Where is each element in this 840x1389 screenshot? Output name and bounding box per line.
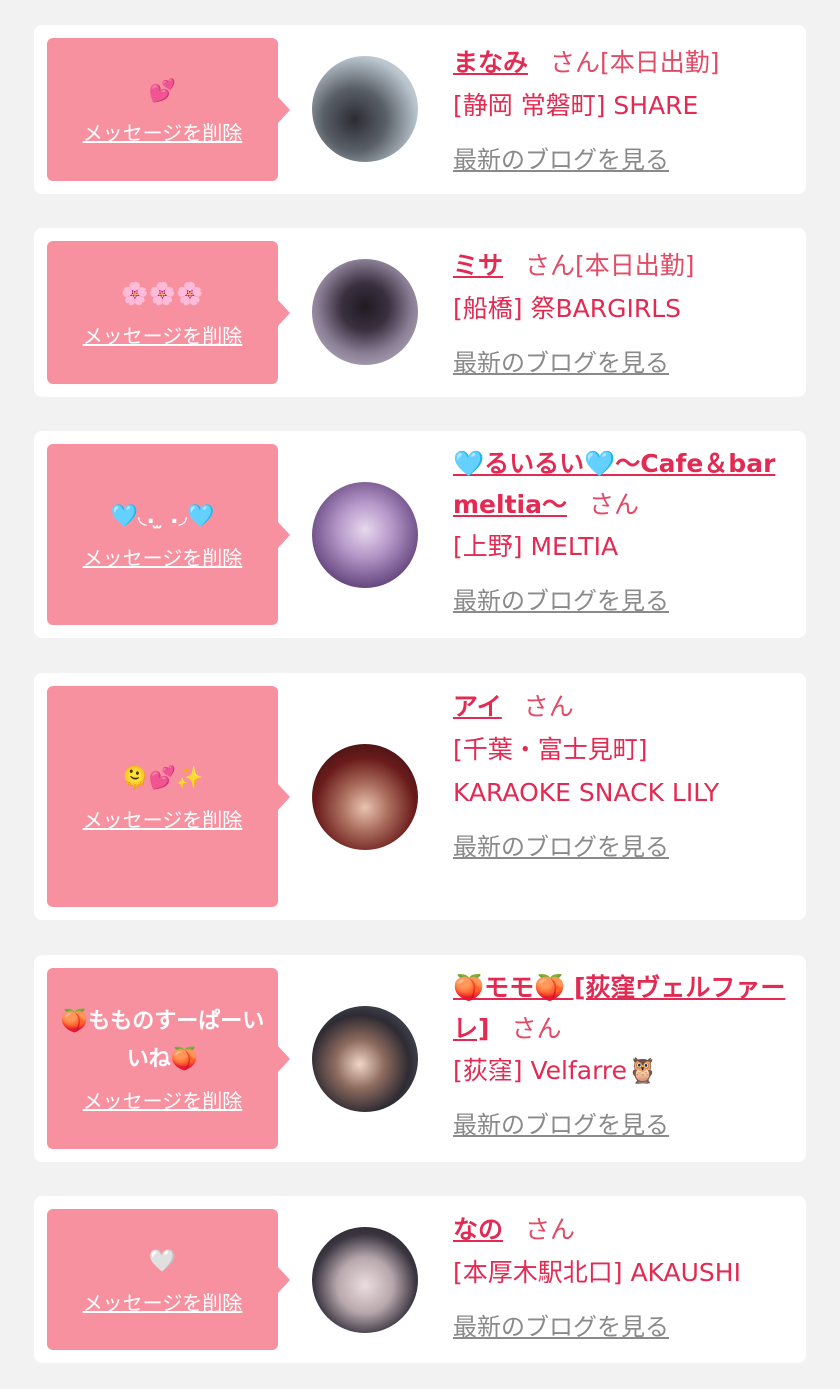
san-label: さん xyxy=(588,490,639,519)
delete-message-link[interactable]: メッセージを削除 xyxy=(83,806,243,834)
message-text: 💕 xyxy=(148,78,177,104)
message-card: 🫠💕✨ メッセージを削除 アイ さん [千葉・富士見町] KARAOKE SNAC… xyxy=(34,673,806,920)
avatar[interactable] xyxy=(312,259,418,365)
status-label: [本日出勤] xyxy=(575,251,695,280)
status-label: [本日出勤] xyxy=(600,48,720,77)
message-text: 🤍 xyxy=(148,1248,177,1274)
cast-info: ミサ さん[本日出勤] [船橋] 祭BARGIRLS 最新のブログを見る xyxy=(453,244,798,385)
delete-message-link[interactable]: メッセージを削除 xyxy=(83,119,243,147)
delete-message-link[interactable]: メッセージを削除 xyxy=(83,544,243,572)
cast-info: 🍑モモ🍑 [荻窪ヴェルファーレ] さん [荻窪] Velfarre🦉 最新のブログ… xyxy=(453,967,798,1147)
cast-info: アイ さん [千葉・富士見町] KARAOKE SNACK LILY 最新のブログ… xyxy=(453,685,798,869)
cast-info: なの さん [本厚木駅北口] AKAUSHI 最新のブログを見る xyxy=(453,1208,798,1349)
message-bubble: 💕 メッセージを削除 xyxy=(47,38,290,181)
message-bubble: 🤍 メッセージを削除 xyxy=(47,1209,290,1350)
san-label: さん xyxy=(511,1014,562,1043)
cast-name-link[interactable]: 🍑モモ🍑 [荻窪ヴェルファーレ] xyxy=(453,973,785,1043)
san-label: さん xyxy=(523,692,574,721)
cast-name-link[interactable]: ミサ xyxy=(453,251,503,280)
shop-label: [本厚木駅北口] AKAUSHI xyxy=(453,1258,741,1287)
avatar[interactable] xyxy=(312,1227,418,1333)
shop-label: [荻窪] Velfarre🦉 xyxy=(453,1056,659,1085)
shop-label: [上野] MELTIA xyxy=(453,532,619,561)
view-blog-link[interactable]: 最新のブログを見る xyxy=(453,580,798,623)
view-blog-link[interactable]: 最新のブログを見る xyxy=(453,1104,798,1147)
delete-message-link[interactable]: メッセージを削除 xyxy=(83,1087,243,1115)
cast-name-link[interactable]: なの xyxy=(453,1215,503,1244)
message-bubble: 🩵◟. ̫ .◞🩵 メッセージを削除 xyxy=(47,444,290,625)
shop-label: [千葉・富士見町] KARAOKE SNACK LILY xyxy=(453,735,720,807)
message-text: 🌸🌸🌸 xyxy=(121,281,204,307)
message-text: 🩵◟. ̫ .◞🩵 xyxy=(110,503,215,529)
avatar[interactable] xyxy=(312,744,418,850)
message-card: 🤍 メッセージを削除 なの さん [本厚木駅北口] AKAUSHI 最新のブログを… xyxy=(34,1196,806,1363)
view-blog-link[interactable]: 最新のブログを見る xyxy=(453,826,798,869)
san-label: さん xyxy=(550,48,601,77)
delete-message-link[interactable]: メッセージを削除 xyxy=(83,322,243,350)
message-card: 🌸🌸🌸 メッセージを削除 ミサ さん[本日出勤] [船橋] 祭BARGIRLS 最… xyxy=(34,228,806,397)
cast-name-link[interactable]: まなみ xyxy=(453,48,528,77)
message-text: 🍑もものすーぱーいいね🍑 xyxy=(60,1008,265,1072)
message-bubble: 🍑もものすーぱーいいね🍑 メッセージを削除 xyxy=(47,968,290,1149)
cast-info: 🩵るいるい🩵〜Cafe＆bar meltia〜 さん [上野] MELTIA 最新… xyxy=(453,443,798,623)
view-blog-link[interactable]: 最新のブログを見る xyxy=(453,342,798,385)
message-card: 🩵◟. ̫ .◞🩵 メッセージを削除 🩵るいるい🩵〜Cafe＆bar melti… xyxy=(34,431,806,638)
view-blog-link[interactable]: 最新のブログを見る xyxy=(453,139,798,182)
shop-label: [静岡 常磐町] SHARE xyxy=(453,91,699,120)
view-blog-link[interactable]: 最新のブログを見る xyxy=(453,1306,798,1349)
san-label: さん xyxy=(525,1215,576,1244)
avatar[interactable] xyxy=(312,56,418,162)
cast-name-link[interactable]: アイ xyxy=(453,692,502,721)
delete-message-link[interactable]: メッセージを削除 xyxy=(83,1289,243,1317)
avatar[interactable] xyxy=(312,1006,418,1112)
shop-label: [船橋] 祭BARGIRLS xyxy=(453,294,681,323)
message-bubble: 🫠💕✨ メッセージを削除 xyxy=(47,686,290,907)
avatar[interactable] xyxy=(312,482,418,588)
message-bubble: 🌸🌸🌸 メッセージを削除 xyxy=(47,241,290,384)
san-label: さん xyxy=(525,251,576,280)
message-text: 🫠💕✨ xyxy=(121,765,204,791)
message-card: 🍑もものすーぱーいいね🍑 メッセージを削除 🍑モモ🍑 [荻窪ヴェルファーレ] さん… xyxy=(34,955,806,1162)
message-card: 💕 メッセージを削除 まなみ さん[本日出勤] [静岡 常磐町] SHARE 最新… xyxy=(34,25,806,194)
cast-info: まなみ さん[本日出勤] [静岡 常磐町] SHARE 最新のブログを見る xyxy=(453,41,798,182)
